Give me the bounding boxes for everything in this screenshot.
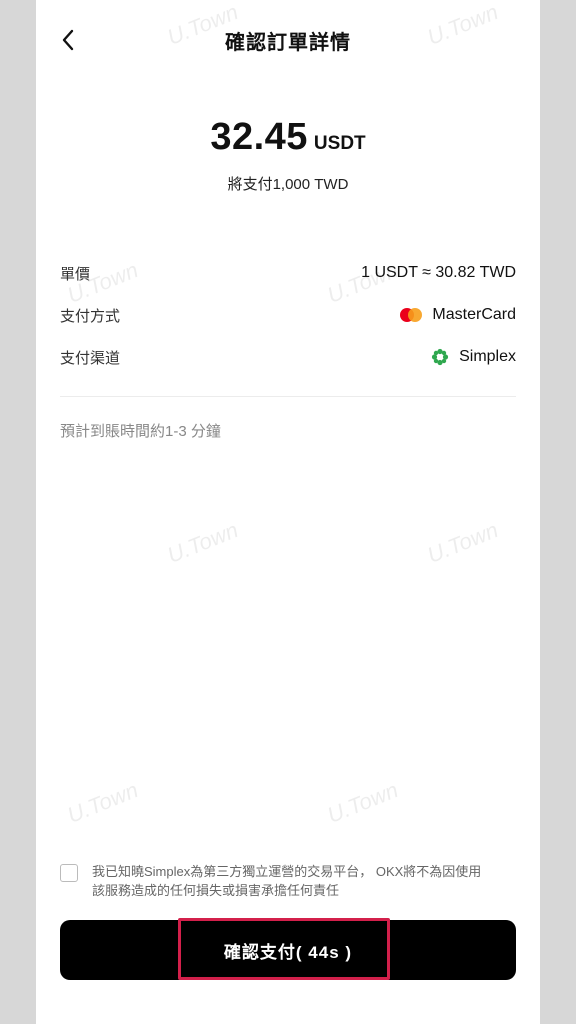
confirm-payment-button[interactable]: 確認支付( 44s ): [60, 920, 516, 980]
header: 確認訂單詳情: [36, 0, 540, 80]
detail-value: MasterCard: [432, 306, 516, 323]
detail-value: Simplex: [459, 348, 516, 365]
pay-note: 將支付1,000 TWD: [227, 176, 349, 193]
detail-value: 1 USDT ≈ 30.82 TWD: [361, 264, 516, 281]
detail-row-payment-channel: 支付渠道 Simplex: [60, 336, 516, 378]
amount-summary: 32.45 USDT 將支付1,000 TWD: [36, 116, 540, 194]
detail-value-wrap: MasterCard: [400, 306, 516, 324]
detail-label: 支付渠道: [60, 349, 121, 367]
consent-text: 我已知曉Simplex為第三方獨立運營的交易平台， OKX將不為因使用 該服務造…: [92, 862, 481, 900]
detail-label: 支付方式: [60, 307, 121, 325]
amount-unit: USDT: [313, 133, 366, 154]
consent-line: 我已知曉Simplex為第三方獨立運營的交易平台， OKX將不為因使用: [92, 864, 482, 879]
confirm-payment-label: 確認支付( 44s ): [223, 942, 353, 962]
consent-line: 該服務造成的任何損失或損害承擔任何責任: [92, 883, 340, 898]
detail-row-payment-method: 支付方式 MasterCard: [60, 294, 516, 336]
consent-row: 我已知曉Simplex為第三方獨立運營的交易平台， OKX將不為因使用 該服務造…: [60, 862, 516, 900]
eta-text: 預計到賬時間約1-3 分鐘: [60, 423, 221, 440]
page-title: 確認訂單詳情: [225, 32, 351, 54]
mastercard-icon: [400, 308, 423, 322]
details-list: 單價 1 USDT ≈ 30.82 TWD 支付方式 MasterCard 支付…: [60, 252, 516, 378]
detail-value-wrap: Simplex: [431, 348, 516, 366]
detail-label: 單價: [60, 265, 91, 283]
simplex-icon: [431, 348, 449, 366]
watermark: U.Town: [163, 517, 242, 568]
watermark: U.Town: [63, 777, 142, 828]
detail-row-unit-price: 單價 1 USDT ≈ 30.82 TWD: [60, 252, 516, 294]
amount-value: 32.45: [210, 116, 308, 158]
divider: [60, 396, 516, 397]
consent-checkbox[interactable]: [60, 864, 78, 882]
watermark: U.Town: [423, 517, 502, 568]
watermark: U.Town: [323, 777, 402, 828]
phone-screen: U.Town U.Town U.Town U.Town U.Town U.Tow…: [36, 0, 540, 1024]
